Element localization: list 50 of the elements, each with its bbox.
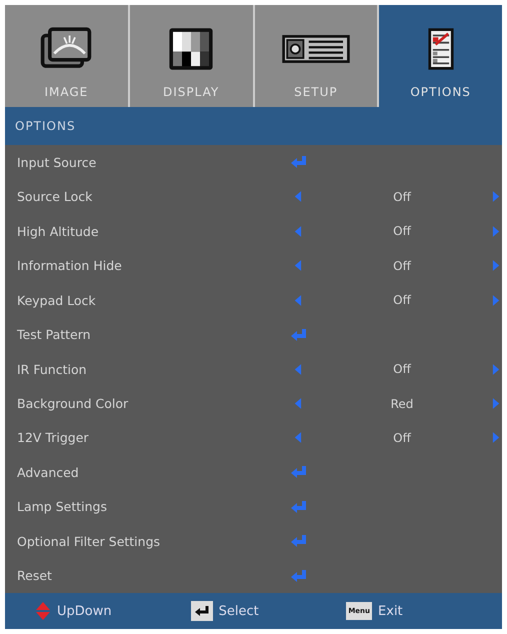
right-arrow-icon[interactable] <box>492 294 501 307</box>
option-value: Off <box>392 224 412 238</box>
menu-item[interactable]: Lamp Settings <box>5 499 277 514</box>
right-arrow-icon[interactable] <box>492 224 501 238</box>
menu-tab[interactable]: DISPLAY <box>130 5 252 107</box>
menu-item[interactable]: Information Hide <box>5 258 277 274</box>
menu-item[interactable]: Reset <box>5 568 277 584</box>
left-arrow-icon[interactable] <box>293 259 302 272</box>
enter-icon[interactable] <box>289 498 309 515</box>
menu-tab[interactable]: OPTIONS <box>379 5 502 107</box>
key-hint: UpDown <box>57 604 112 618</box>
enter-icon[interactable] <box>289 326 309 343</box>
menu-item[interactable]: High Altitude <box>5 224 277 239</box>
enter-icon[interactable] <box>289 568 309 584</box>
menu-tab[interactable]: SETUP <box>254 5 378 107</box>
right-arrow-icon[interactable] <box>492 362 501 376</box>
option-value: Off <box>392 293 412 308</box>
left-arrow-icon[interactable] <box>293 397 302 410</box>
up-down-icon <box>35 601 51 621</box>
enter-icon[interactable] <box>289 464 309 480</box>
key-hint: Exit <box>378 604 403 618</box>
left-arrow-icon[interactable] <box>293 362 302 376</box>
right-arrow-icon[interactable] <box>492 259 501 272</box>
right-arrow-icon[interactable] <box>492 397 501 410</box>
key-hint: Select <box>218 604 259 618</box>
menu-item[interactable]: IR Function <box>5 362 277 377</box>
section-title: OPTIONS <box>15 119 76 133</box>
enter-key-icon <box>190 601 213 621</box>
option-value: Off <box>392 258 412 273</box>
option-value: Off <box>392 362 412 376</box>
option-value: Red <box>390 396 414 411</box>
menu-item[interactable]: Source Lock <box>5 189 277 204</box>
menu-item[interactable]: 12V Trigger <box>5 430 277 446</box>
menu-item[interactable]: Keypad Lock <box>5 292 277 308</box>
enter-icon[interactable] <box>289 154 309 170</box>
option-value: Off <box>392 190 412 204</box>
menu-item[interactable]: Background Color <box>5 396 277 412</box>
right-arrow-icon[interactable] <box>492 190 501 204</box>
menu-item[interactable]: Input Source <box>5 154 277 170</box>
left-arrow-icon[interactable] <box>293 224 302 238</box>
menu-item[interactable]: Optional Filter Settings <box>5 534 277 549</box>
left-arrow-icon[interactable] <box>293 294 302 307</box>
menu-tab[interactable]: IMAGE <box>5 5 128 107</box>
right-arrow-icon[interactable] <box>492 431 501 444</box>
enter-icon[interactable] <box>289 533 309 550</box>
left-arrow-icon[interactable] <box>293 431 302 444</box>
menu-item[interactable]: Test Pattern <box>5 327 277 342</box>
option-value: Off <box>392 430 412 445</box>
left-arrow-icon[interactable] <box>293 190 302 204</box>
menu-item[interactable]: Advanced <box>5 464 277 480</box>
